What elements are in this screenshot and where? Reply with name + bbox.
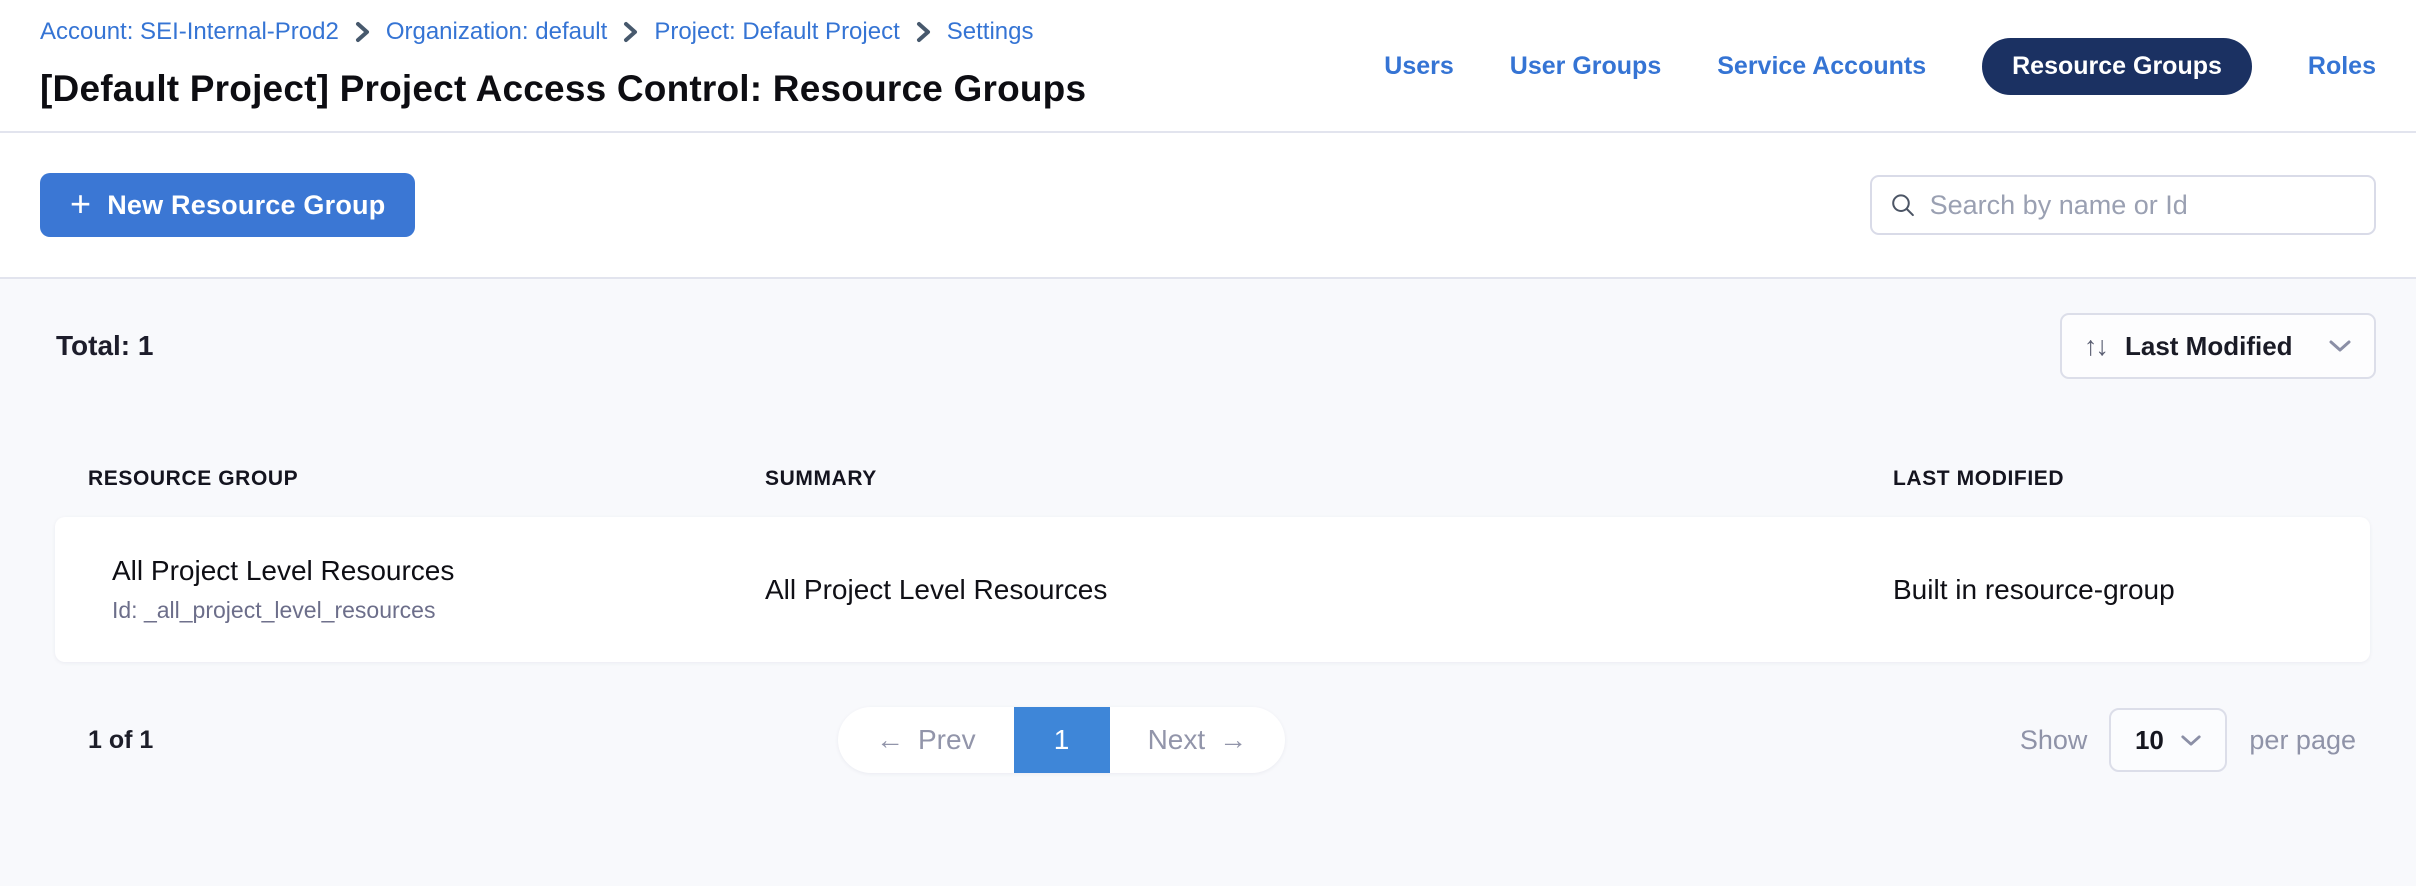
pager: ← Prev 1 Next → bbox=[838, 707, 1285, 773]
resource-group-name: All Project Level Resources bbox=[112, 555, 765, 587]
sort-dropdown[interactable]: ↑↓ Last Modified bbox=[2060, 313, 2376, 379]
prev-page-button[interactable]: ← Prev bbox=[838, 707, 1014, 773]
page-title: [Default Project] Project Access Control… bbox=[40, 68, 1086, 110]
column-header-last-modified: Last Modified bbox=[1893, 467, 2370, 517]
tab-users[interactable]: Users bbox=[1384, 52, 1454, 81]
chevron-right-icon bbox=[355, 21, 370, 43]
arrow-right-icon: → bbox=[1219, 724, 1247, 756]
per-page-label: per page bbox=[2249, 725, 2356, 756]
column-header-summary: Summary bbox=[765, 467, 1893, 517]
total-count-label: Total: 1 bbox=[56, 330, 153, 362]
page-size-value: 10 bbox=[2135, 725, 2164, 756]
chevron-down-icon bbox=[2180, 734, 2202, 747]
resource-groups-list-section: Total: 1 ↑↓ Last Modified Resource Group… bbox=[0, 279, 2416, 886]
chevron-right-icon bbox=[623, 21, 638, 43]
new-resource-group-button[interactable]: + New Resource Group bbox=[40, 173, 415, 237]
toolbar: + New Resource Group bbox=[0, 133, 2416, 279]
sort-arrows-icon: ↑↓ bbox=[2084, 331, 2107, 362]
current-page-button[interactable]: 1 bbox=[1014, 707, 1110, 773]
table-header-row: Resource Group Summary Last Modified bbox=[55, 467, 2370, 517]
tab-service-accounts[interactable]: Service Accounts bbox=[1717, 52, 1926, 81]
column-header-resource-group: Resource Group bbox=[55, 467, 765, 517]
summary-bar: Total: 1 ↑↓ Last Modified bbox=[40, 279, 2376, 379]
header-left: Account: SEI-Internal-Prod2 Organization… bbox=[40, 18, 1086, 110]
chevron-down-icon bbox=[2328, 339, 2352, 353]
new-resource-group-button-label: New Resource Group bbox=[107, 190, 385, 221]
table-row[interactable]: All Project Level Resources Id: _all_pro… bbox=[55, 517, 2370, 662]
show-label: Show bbox=[2020, 725, 2088, 756]
chevron-right-icon bbox=[916, 21, 931, 43]
breadcrumb-project-link[interactable]: Project: Default Project bbox=[654, 18, 899, 46]
plus-icon: + bbox=[70, 186, 91, 222]
search-input[interactable] bbox=[1930, 190, 2356, 221]
tab-resource-groups[interactable]: Resource Groups bbox=[1982, 38, 2252, 95]
tab-user-groups[interactable]: User Groups bbox=[1510, 52, 1661, 81]
breadcrumb-account-link[interactable]: Account: SEI-Internal-Prod2 bbox=[40, 18, 339, 46]
last-modified-cell: Built in resource-group bbox=[1893, 574, 2370, 606]
page-header: Account: SEI-Internal-Prod2 Organization… bbox=[0, 0, 2416, 133]
access-control-tabs: Users User Groups Service Accounts Resou… bbox=[1384, 38, 2376, 95]
breadcrumb-organization-link[interactable]: Organization: default bbox=[386, 18, 607, 46]
arrow-left-icon: ← bbox=[876, 724, 904, 756]
pagination-bar: 1 of 1 ← Prev 1 Next → Show 10 per page bbox=[55, 707, 2370, 773]
summary-cell: All Project Level Resources bbox=[765, 574, 1893, 606]
page-range-label: 1 of 1 bbox=[55, 726, 153, 755]
next-page-label: Next bbox=[1148, 724, 1206, 756]
prev-page-label: Prev bbox=[918, 724, 976, 756]
resource-group-cell: All Project Level Resources Id: _all_pro… bbox=[55, 555, 765, 624]
breadcrumb-settings-link[interactable]: Settings bbox=[947, 18, 1034, 46]
breadcrumb: Account: SEI-Internal-Prod2 Organization… bbox=[40, 18, 1086, 46]
per-page-control: Show 10 per page bbox=[2020, 708, 2370, 772]
next-page-button[interactable]: Next → bbox=[1110, 707, 1286, 773]
search-box bbox=[1870, 175, 2376, 235]
tab-roles[interactable]: Roles bbox=[2308, 52, 2376, 81]
sort-dropdown-value: Last Modified bbox=[2125, 331, 2293, 362]
search-icon bbox=[1890, 191, 1916, 219]
page-size-select[interactable]: 10 bbox=[2109, 708, 2227, 772]
resource-group-id: Id: _all_project_level_resources bbox=[112, 597, 765, 624]
